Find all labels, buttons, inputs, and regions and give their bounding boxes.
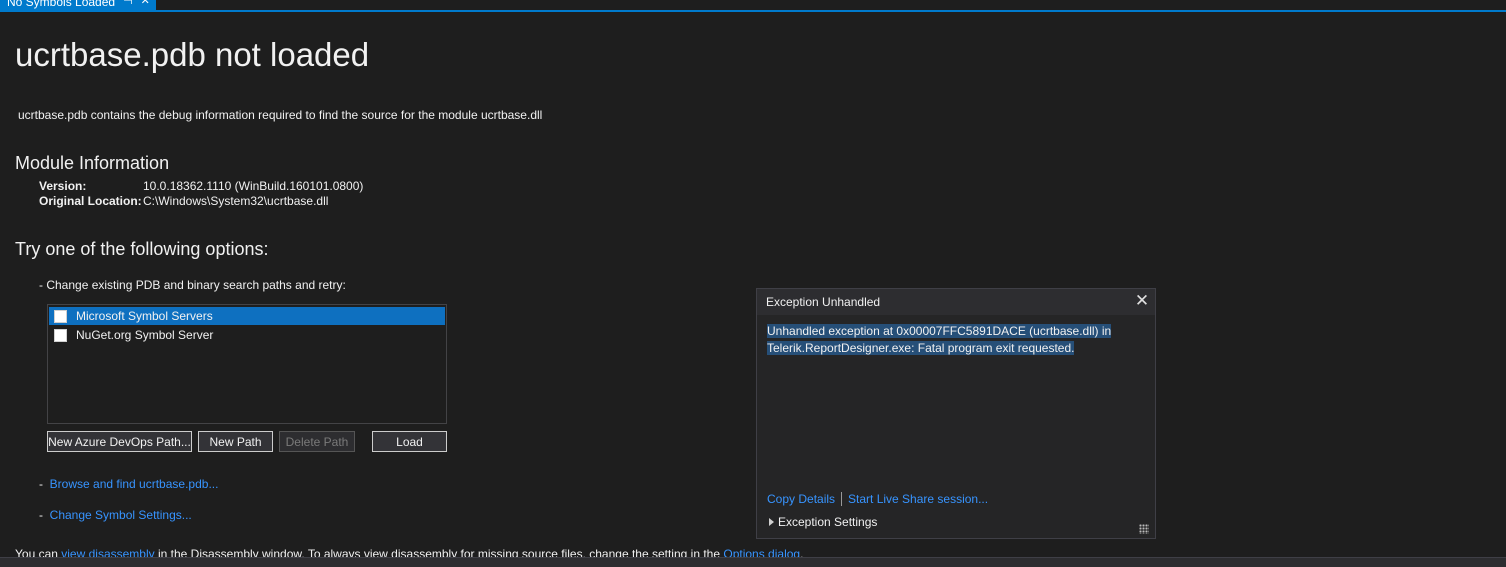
browse-option: - Browse and find ucrtbase.pdb... (39, 477, 218, 491)
change-paths-text: - Change existing PDB and binary search … (39, 278, 346, 292)
close-icon[interactable]: ✕ (141, 0, 150, 7)
popup-title: Exception Unhandled (766, 295, 881, 309)
no-symbols-document: No Symbols Loaded ⊣ ✕ ucrtbase.pdb not l… (0, 0, 1506, 567)
server-item-microsoft[interactable]: Microsoft Symbol Servers (49, 307, 445, 325)
exception-message-line1: Unhandled exception at 0x00007FFC5891DAC… (767, 324, 1112, 338)
page-title: ucrtbase.pdb not loaded (15, 36, 370, 73)
symbol-server-list[interactable]: Microsoft Symbol Servers NuGet.org Symbo… (47, 304, 447, 424)
server-checkbox-microsoft[interactable] (54, 309, 67, 323)
page-description: ucrtbase.pdb contains the debug informat… (18, 108, 543, 122)
settings-dash: - (39, 508, 43, 522)
exception-settings-label: Exception Settings (778, 515, 878, 529)
exception-settings-expander[interactable]: Exception Settings (769, 515, 877, 529)
delete-path-button[interactable]: Delete Path (279, 431, 355, 452)
server-checkbox-nuget[interactable] (54, 328, 67, 342)
exception-message[interactable]: Unhandled exception at 0x00007FFC5891DAC… (767, 323, 1127, 357)
link-separator (841, 492, 843, 506)
tab-label: No Symbols Loaded (7, 0, 116, 9)
document-tab-strip: No Symbols Loaded ⊣ ✕ (0, 0, 1506, 12)
browse-pdb-link[interactable]: Browse and find ucrtbase.pdb... (50, 477, 219, 491)
server-label-nuget: NuGet.org Symbol Server (76, 328, 214, 342)
copy-details-link[interactable]: Copy Details (767, 492, 835, 506)
server-item-nuget[interactable]: NuGet.org Symbol Server (49, 326, 445, 344)
exception-unhandled-popup: Exception Unhandled ✕ Unhandled exceptio… (756, 288, 1156, 539)
browse-dash: - (39, 477, 43, 491)
module-information-heading: Module Information (15, 153, 170, 173)
popup-header: Exception Unhandled ✕ (757, 289, 1155, 315)
server-label-microsoft: Microsoft Symbol Servers (76, 309, 213, 323)
symbol-settings-option: - Change Symbol Settings... (39, 508, 192, 522)
options-heading: Try one of the following options: (15, 239, 269, 259)
new-azure-devops-path-button[interactable]: New Azure DevOps Path... (47, 431, 192, 452)
version-label: Version: (39, 179, 87, 193)
original-location-label: Original Location: (39, 194, 142, 208)
popup-close-icon[interactable]: ✕ (1133, 292, 1151, 310)
popup-links: Copy Details Start Live Share session... (767, 492, 988, 506)
tab-no-symbols-loaded[interactable]: No Symbols Loaded ⊣ ✕ (0, 0, 156, 10)
horizontal-scrollbar[interactable] (0, 557, 1506, 567)
change-symbol-settings-link[interactable]: Change Symbol Settings... (50, 508, 192, 522)
original-location-value: C:\Windows\System32\ucrtbase.dll (143, 194, 329, 208)
live-share-link[interactable]: Start Live Share session... (848, 492, 988, 506)
pin-icon[interactable]: ⊣ (123, 0, 133, 7)
expand-triangle-icon (769, 518, 774, 526)
resize-grip-icon[interactable] (1139, 524, 1149, 534)
load-button[interactable]: Load (372, 431, 447, 452)
exception-message-line2: Telerik.ReportDesigner.exe: Fatal progra… (767, 341, 1075, 355)
version-value: 10.0.18362.1110 (WinBuild.160101.0800) (143, 179, 364, 193)
new-path-button[interactable]: New Path (198, 431, 273, 452)
